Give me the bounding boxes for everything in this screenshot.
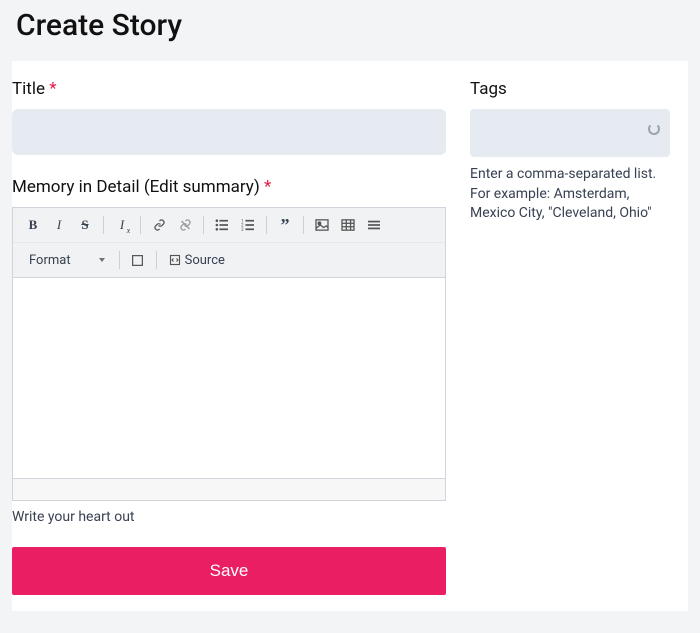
source-icon: [169, 254, 181, 266]
svg-text:3: 3: [241, 228, 244, 231]
tags-help: Enter a comma-separated list. For exampl…: [470, 165, 670, 224]
memory-label-text: Memory in Detail (Edit summary): [12, 177, 260, 197]
separator: [119, 251, 120, 269]
memory-required: *: [264, 177, 271, 197]
tags-input[interactable]: [470, 109, 670, 157]
source-label: Source: [185, 253, 225, 268]
title-label: Title *: [12, 79, 446, 99]
format-dropdown[interactable]: Format: [21, 251, 113, 270]
title-input[interactable]: [12, 109, 446, 155]
editor-textarea[interactable]: [13, 278, 445, 478]
bullet-list-button[interactable]: [210, 214, 234, 236]
editor-toolbar: B I S Ix: [13, 208, 445, 278]
horizontal-rule-button[interactable]: [362, 214, 386, 236]
italic-button[interactable]: I: [47, 214, 71, 236]
page-title: Create Story: [16, 8, 688, 43]
maximize-button[interactable]: [126, 249, 150, 271]
source-button[interactable]: Source: [163, 251, 231, 270]
separator: [156, 251, 157, 269]
save-button[interactable]: Save: [12, 547, 446, 595]
strike-button[interactable]: S: [73, 214, 97, 236]
title-label-text: Title: [12, 79, 45, 99]
table-button[interactable]: [336, 214, 360, 236]
unlink-button[interactable]: [173, 214, 197, 236]
separator: [266, 216, 267, 234]
bold-button[interactable]: B: [21, 214, 45, 236]
separator: [140, 216, 141, 234]
remove-format-button[interactable]: Ix: [110, 214, 134, 236]
image-button[interactable]: [310, 214, 334, 236]
blockquote-button[interactable]: ”: [273, 214, 297, 236]
numbered-list-button[interactable]: 123: [236, 214, 260, 236]
link-button[interactable]: [147, 214, 171, 236]
format-label: Format: [29, 253, 71, 268]
title-required: *: [49, 79, 56, 99]
memory-label: Memory in Detail (Edit summary) *: [12, 177, 446, 197]
chevron-down-icon: [99, 258, 105, 262]
tags-label: Tags: [470, 79, 670, 99]
editor-statusbar: [13, 478, 445, 500]
rich-text-editor: B I S Ix: [12, 207, 446, 501]
separator: [203, 216, 204, 234]
loading-spinner-icon: [648, 123, 660, 135]
separator: [303, 216, 304, 234]
form-card: Title * Memory in Detail (Edit summary) …: [12, 61, 688, 611]
memory-hint: Write your heart out: [12, 509, 446, 525]
separator: [103, 216, 104, 234]
